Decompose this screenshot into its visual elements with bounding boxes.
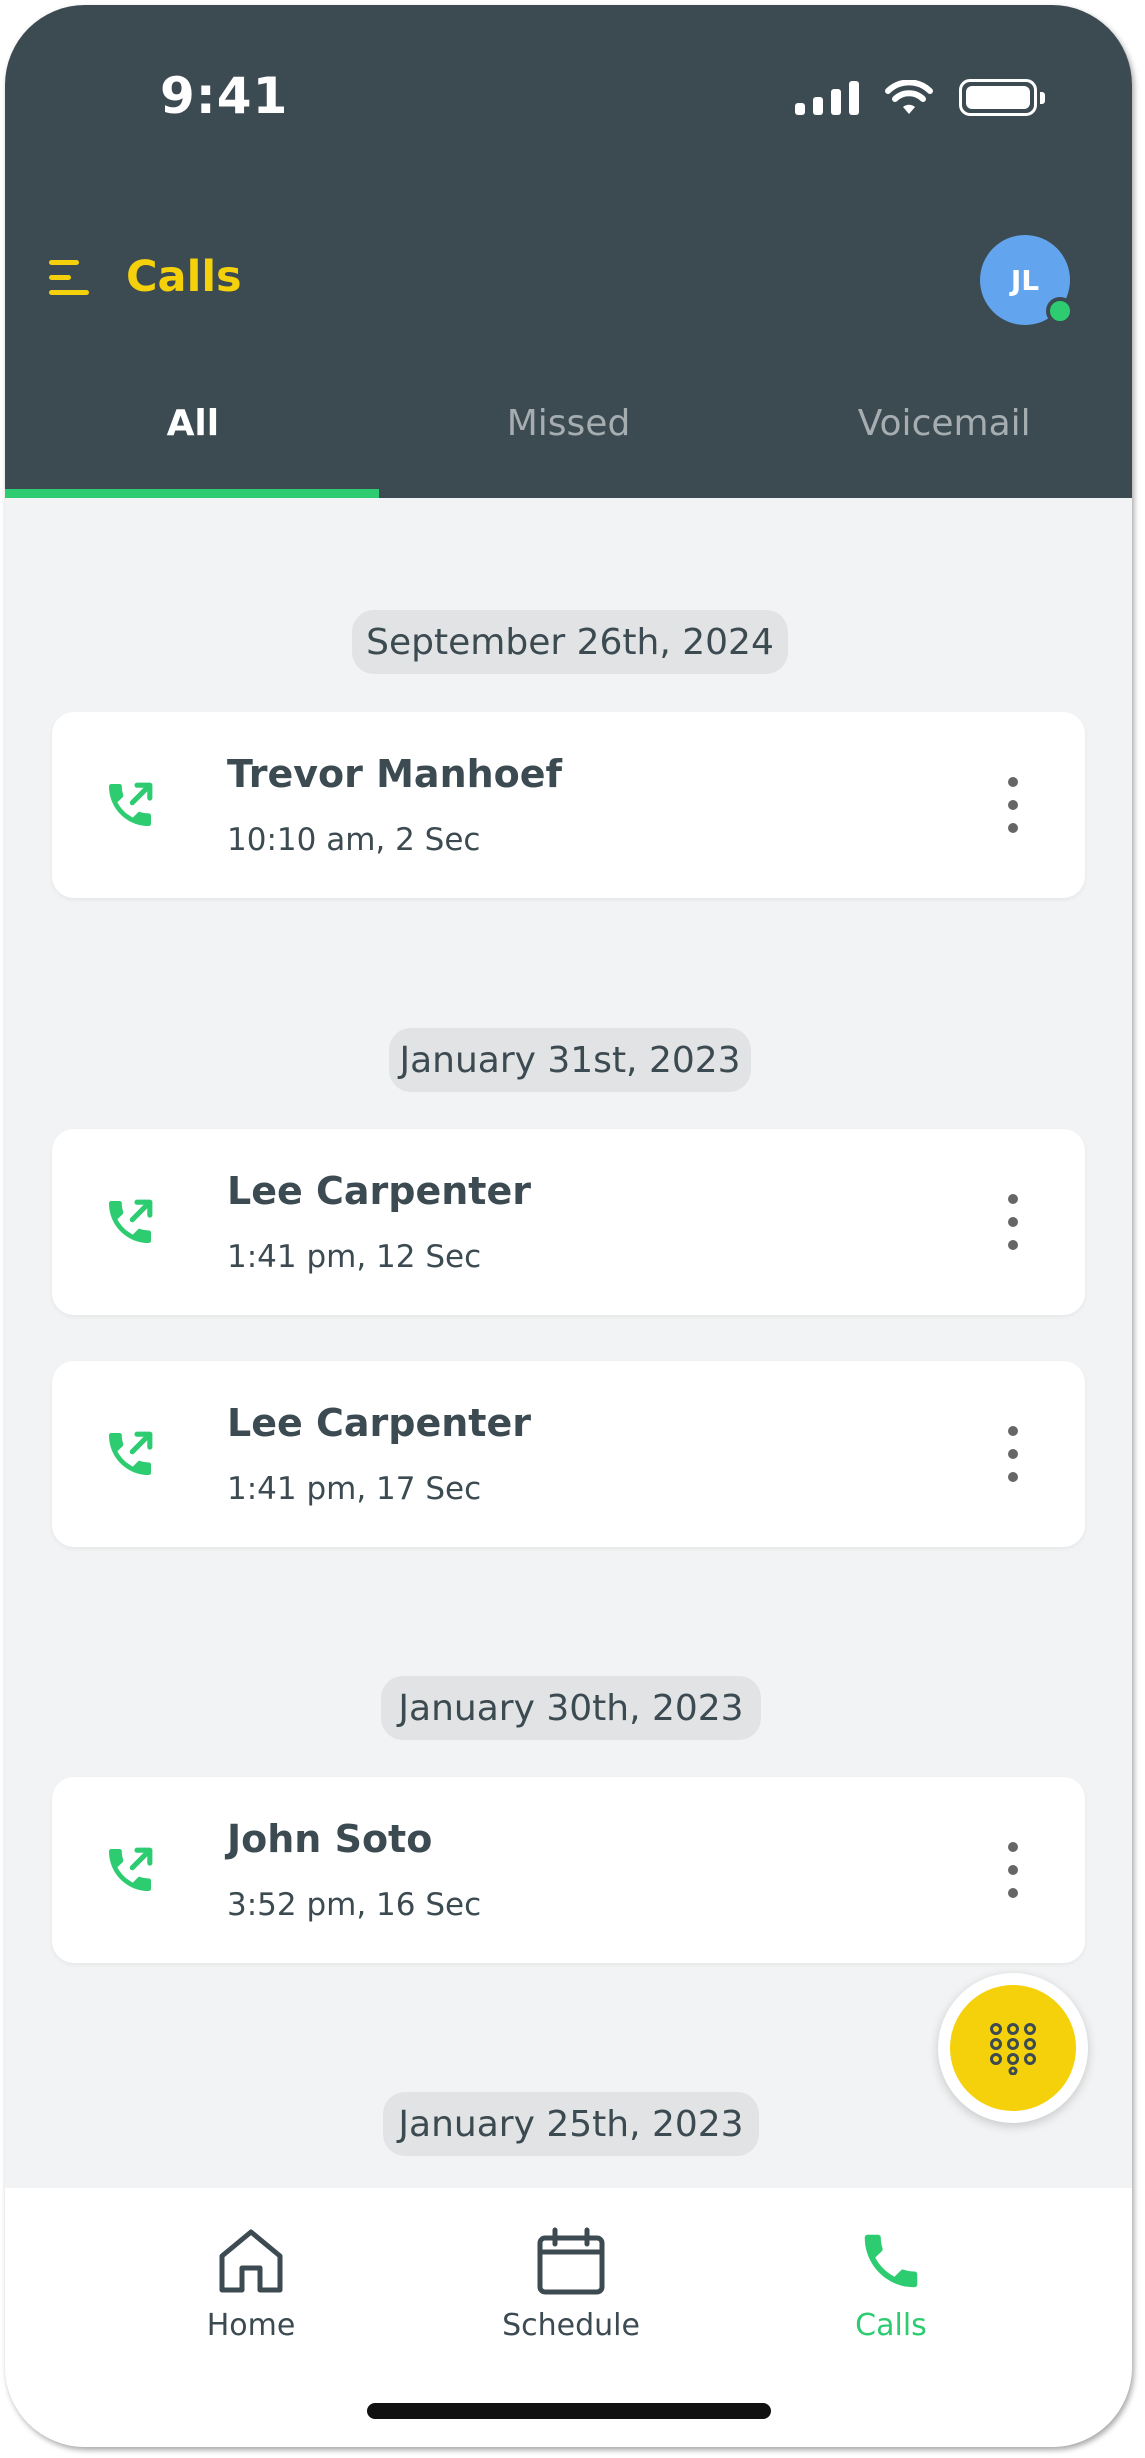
user-avatar[interactable]: JL — [980, 235, 1074, 325]
date-separator: January 30th, 2023 — [381, 1676, 761, 1740]
call-time-duration: 3:52 pm, 16 Sec — [227, 1887, 482, 1923]
date-separator: January 31st, 2023 — [389, 1028, 751, 1092]
cellular-signal-icon — [795, 80, 859, 115]
call-row[interactable]: John Soto 3:52 pm, 16 Sec — [52, 1777, 1085, 1963]
more-options-icon[interactable] — [1001, 1194, 1025, 1250]
call-filter-tabs: All Missed Voicemail — [5, 385, 1132, 498]
more-options-icon[interactable] — [1001, 1842, 1025, 1898]
more-options-icon[interactable] — [1001, 1426, 1025, 1482]
call-history-list[interactable]: September 26th, 2024 Trevor Manhoef 10:1… — [5, 498, 1132, 2188]
call-time-duration: 1:41 pm, 12 Sec — [227, 1239, 482, 1275]
tab-all[interactable]: All — [5, 385, 381, 498]
tab-missed[interactable]: Missed — [381, 385, 757, 498]
caller-name: John Soto — [227, 1817, 433, 1861]
call-time-duration: 10:10 am, 2 Sec — [227, 822, 481, 858]
call-row[interactable]: Trevor Manhoef 10:10 am, 2 Sec — [52, 712, 1085, 898]
page-title: Calls — [126, 252, 242, 302]
outgoing-call-icon — [109, 1199, 153, 1243]
outgoing-call-icon — [109, 1847, 153, 1891]
phone-screen: 9:41 Calls JL All Missed Voicemail Septe… — [5, 5, 1132, 2447]
online-status-dot — [1046, 297, 1074, 325]
wifi-icon — [885, 79, 933, 114]
call-row[interactable]: Lee Carpenter 1:41 pm, 12 Sec — [52, 1129, 1085, 1315]
nav-calls-label: Calls — [855, 2308, 927, 2343]
calendar-icon — [537, 2227, 605, 2295]
home-icon — [219, 2229, 283, 2293]
caller-name: Lee Carpenter — [227, 1401, 531, 1445]
nav-home[interactable]: Home — [151, 2226, 351, 2343]
dialpad-button[interactable] — [938, 1973, 1088, 2123]
nav-schedule-label: Schedule — [502, 2308, 640, 2343]
outgoing-call-icon — [109, 782, 153, 826]
nav-schedule[interactable]: Schedule — [471, 2226, 671, 2343]
phone-icon — [864, 2234, 918, 2288]
date-separator: January 25th, 2023 — [383, 2092, 759, 2156]
home-indicator[interactable] — [367, 2403, 771, 2419]
more-options-icon[interactable] — [1001, 777, 1025, 833]
status-bar-time: 9:41 — [160, 67, 289, 125]
menu-icon[interactable] — [49, 258, 89, 298]
avatar-initials: JL — [1010, 263, 1040, 297]
date-separator: September 26th, 2024 — [352, 610, 788, 674]
call-row[interactable]: Lee Carpenter 1:41 pm, 17 Sec — [52, 1361, 1085, 1547]
app-header: 9:41 Calls JL All Missed Voicemail — [5, 5, 1132, 498]
active-tab-indicator — [5, 489, 379, 498]
nav-calls[interactable]: Calls — [791, 2226, 991, 2343]
status-bar-icons — [795, 79, 1045, 116]
caller-name: Lee Carpenter — [227, 1169, 531, 1213]
dialpad-icon — [990, 2023, 1036, 2075]
nav-home-label: Home — [206, 2308, 296, 2343]
caller-name: Trevor Manhoef — [227, 752, 563, 796]
outgoing-call-icon — [109, 1431, 153, 1475]
tab-voicemail[interactable]: Voicemail — [756, 385, 1132, 498]
battery-icon — [959, 79, 1045, 116]
call-time-duration: 1:41 pm, 17 Sec — [227, 1471, 482, 1507]
